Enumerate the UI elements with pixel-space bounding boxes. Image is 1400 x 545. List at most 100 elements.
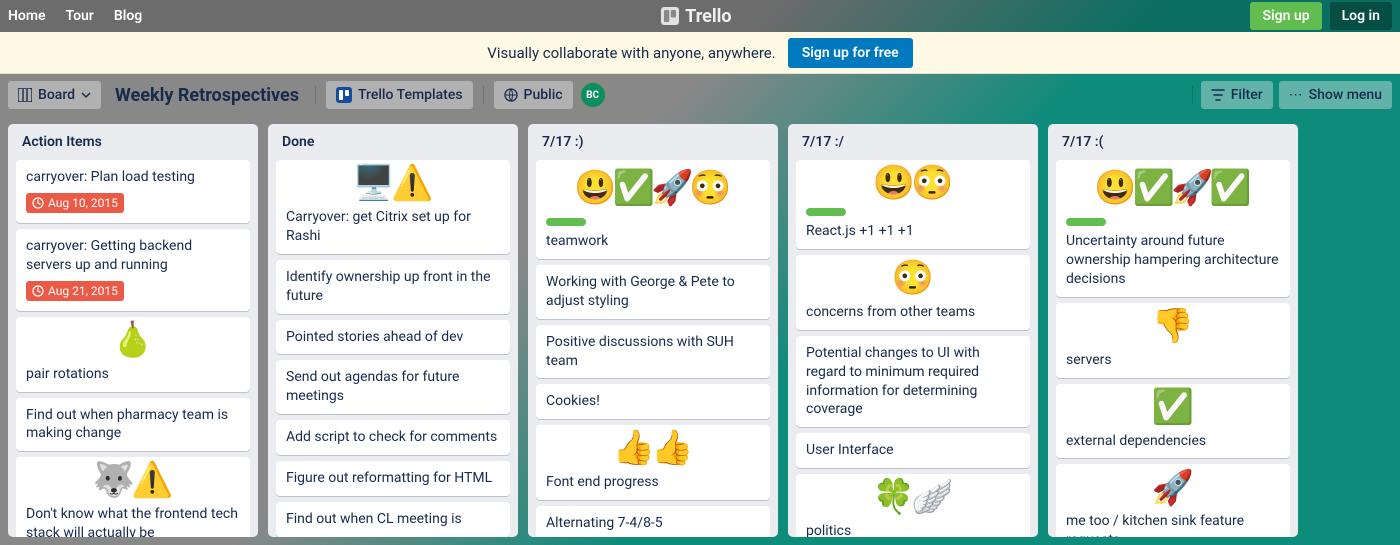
sticker-icon: 😃 [574, 166, 616, 212]
card-text: Add script to check for comments [286, 428, 500, 447]
card-text: Send out agendas for future meetings [286, 368, 500, 406]
card[interactable]: Cookies! [536, 384, 770, 419]
card[interactable]: Alternating 7-4/8-5 [536, 506, 770, 537]
sticker-icon: 🪽 [911, 475, 953, 521]
due-date-badge[interactable]: Aug 10, 2015 [26, 193, 124, 213]
card[interactable]: Positive discussions with SUH team [536, 325, 770, 379]
card-text: Alternating 7-4/8-5 [546, 514, 760, 533]
card-label[interactable] [1066, 218, 1106, 226]
list: 7/17 :/ 😃😳React.js +1 +1 +1😳concerns from… [788, 124, 1038, 537]
card-stickers: 👎 [1066, 307, 1280, 347]
card[interactable]: Pointed stories ahead of dev [276, 320, 510, 355]
card[interactable]: 🖥️⚠️ Carryover: get Citrix set up for Ras… [276, 160, 510, 254]
card[interactable]: 😃😳React.js +1 +1 +1 [796, 160, 1030, 249]
card-stickers: 😃✅🚀✅ [1066, 164, 1280, 214]
card[interactable]: Potential changes to UI with regard to m… [796, 336, 1030, 428]
card[interactable]: 👎servers [1056, 303, 1290, 378]
due-date-badge[interactable]: Aug 21, 2015 [26, 281, 124, 301]
card[interactable]: Figure out reformatting for HTML [276, 461, 510, 496]
avatar[interactable]: BC [581, 83, 605, 107]
board-canvas[interactable]: Action Items carryover: Plan load testing… [0, 116, 1400, 545]
filter-button[interactable]: Filter [1201, 81, 1273, 109]
card-text: Positive discussions with SUH team [546, 333, 760, 371]
card-text: User Interface [806, 441, 1020, 460]
logo[interactable]: Trello [661, 6, 731, 27]
sticker-icon: ✅ [1209, 166, 1251, 212]
card-text: Pointed stories ahead of dev [286, 328, 500, 347]
card[interactable]: Add script to check for comments [276, 420, 510, 455]
signup-button[interactable]: Sign up [1250, 2, 1321, 30]
login-button[interactable]: Log in [1330, 2, 1392, 30]
logo-text: Trello [685, 6, 731, 27]
card-text: Working with George & Pete to adjust sty… [546, 273, 760, 311]
templates-icon [336, 87, 352, 103]
list-title[interactable]: Done [276, 132, 510, 154]
ellipsis-icon: ⋯ [1289, 87, 1303, 103]
card-text: politics [806, 522, 1020, 537]
card[interactable]: Working with George & Pete to adjust sty… [536, 265, 770, 319]
card[interactable]: User Interface [796, 433, 1030, 468]
list: 7/17 :( 😃✅🚀✅ Uncertainty around future own… [1048, 124, 1298, 537]
card-text: Carryover: get Citrix set up for Rashi [286, 208, 500, 246]
nav-right: Sign up Log in [1250, 2, 1392, 30]
card-text: Potential changes to UI with regard to m… [806, 344, 1020, 420]
card-text: Uncertainty around future ownership hamp… [1066, 232, 1280, 289]
card-text: me too / kitchen sink feature requests [1066, 512, 1280, 537]
card-stickers: 🖥️⚠️ [286, 164, 500, 204]
card[interactable]: ✅external dependencies [1056, 384, 1290, 459]
card-text: Cookies! [546, 392, 760, 411]
card-text: Don't know what the frontend tech stack … [26, 505, 240, 537]
nav-tour[interactable]: Tour [66, 8, 94, 24]
card[interactable]: carryover: Plan load testingAug 10, 2015 [16, 160, 250, 223]
nav-blog[interactable]: Blog [114, 8, 142, 24]
sticker-icon: 👍 [613, 426, 655, 472]
list: Action Items carryover: Plan load testing… [8, 124, 258, 537]
card-text: Find out when pharmacy team is making ch… [26, 406, 240, 444]
trello-logo-icon [661, 7, 679, 25]
separator [1192, 86, 1193, 104]
card[interactable]: carryover: Getting backend servers up an… [16, 229, 250, 311]
board-icon [18, 88, 32, 102]
card[interactable]: Find out when CL meeting is [276, 502, 510, 537]
view-switch-board[interactable]: Board [8, 81, 101, 109]
nav-left: Home Tour Blog [8, 8, 142, 24]
filter-label: Filter [1231, 87, 1263, 103]
sticker-icon: 😃 [873, 161, 915, 207]
card-text: Identify ownership up front in the futur… [286, 268, 500, 306]
card[interactable]: 😃✅🚀✅ Uncertainty around future ownership … [1056, 160, 1290, 297]
visibility-button[interactable]: Public [494, 81, 573, 109]
list-title[interactable]: 7/17 :( [1056, 132, 1290, 154]
sticker-icon: ⚠️ [131, 458, 173, 504]
card[interactable]: 😃✅🚀😳teamwork [536, 160, 770, 259]
list-title[interactable]: 7/17 :/ [796, 132, 1030, 154]
board-header-right: Filter ⋯ Show menu [1190, 81, 1392, 109]
card[interactable]: 🍀🪽politics [796, 474, 1030, 537]
list-title[interactable]: 7/17 :) [536, 132, 770, 154]
templates-button[interactable]: Trello Templates [326, 81, 473, 109]
card[interactable]: 🍐pair rotations [16, 317, 250, 392]
card[interactable]: Identify ownership up front in the futur… [276, 260, 510, 314]
nav-home[interactable]: Home [8, 8, 46, 24]
card[interactable]: 👍👍Font end progress [536, 425, 770, 500]
card-label[interactable] [546, 218, 586, 226]
card[interactable]: 😳concerns from other teams [796, 255, 1030, 330]
templates-label: Trello Templates [358, 87, 463, 103]
card[interactable]: Send out agendas for future meetings [276, 360, 510, 414]
sticker-icon: ✅ [1133, 166, 1175, 212]
card-label[interactable] [806, 208, 846, 216]
signup-free-button[interactable]: Sign up for free [788, 38, 913, 68]
clock-icon [32, 197, 44, 209]
list-title[interactable]: Action Items [16, 132, 250, 154]
card[interactable]: 🚀me too / kitchen sink feature requests [1056, 464, 1290, 537]
sticker-icon: 😳 [911, 161, 953, 207]
show-menu-button[interactable]: ⋯ Show menu [1279, 81, 1392, 109]
filter-icon [1211, 88, 1225, 102]
card-text: Find out when CL meeting is [286, 510, 500, 529]
card-text: teamwork [546, 232, 760, 251]
card[interactable]: 🐺⚠️Don't know what the frontend tech sta… [16, 457, 250, 537]
sticker-icon: 🖥️ [353, 161, 395, 207]
board-title[interactable]: Weekly Retrospectives [109, 85, 305, 106]
sticker-icon: 🍐 [112, 318, 154, 364]
board-header: Board Weekly Retrospectives Trello Templ… [0, 74, 1400, 116]
card[interactable]: Find out when pharmacy team is making ch… [16, 398, 250, 452]
